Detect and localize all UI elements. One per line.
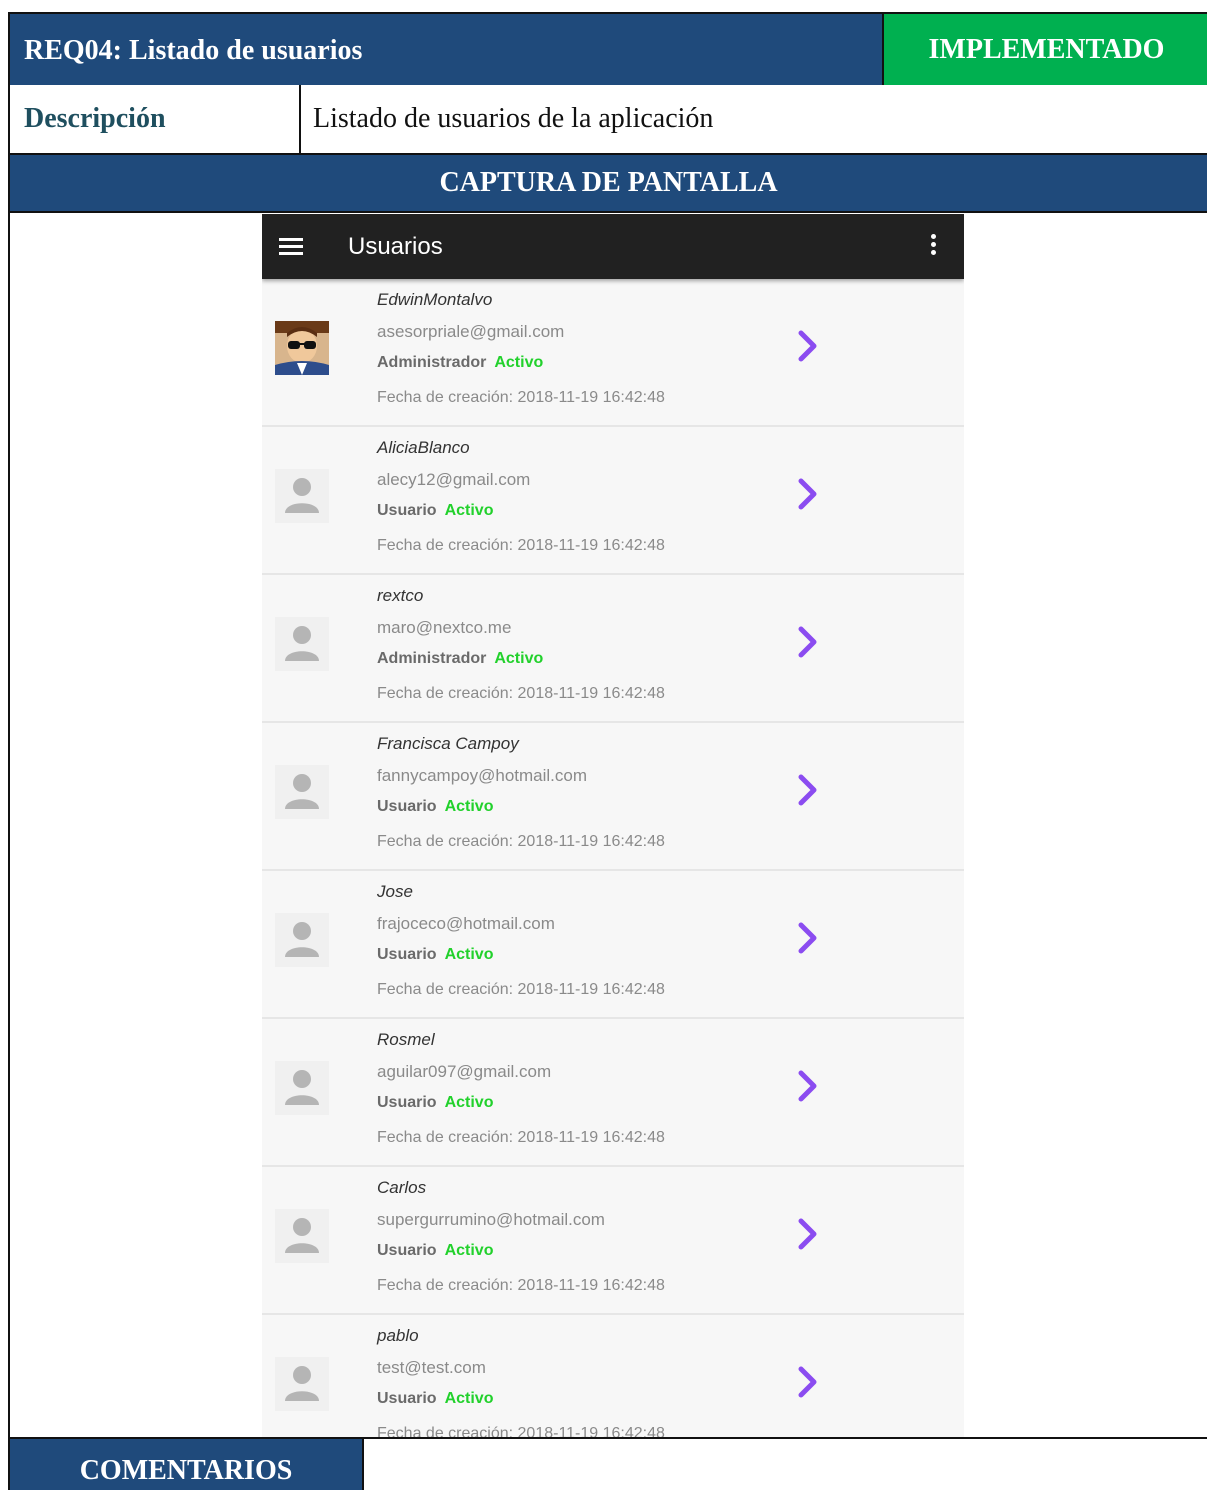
overflow-menu-icon[interactable]: [931, 234, 937, 258]
user-role: Administrador: [377, 354, 487, 371]
requirement-sheet: REQ04: Listado de usuarios IMPLEMENTADO …: [8, 12, 1207, 1490]
user-email: asesorpriale@gmail.com: [377, 322, 565, 341]
app-screenshot: Usuarios EdwinMontalvo asesorpriale@gmai…: [262, 214, 964, 1437]
creation-date: Fecha de creación: 2018-11-19 16:42:48: [377, 1425, 665, 1437]
table-rule: [364, 1437, 1207, 1439]
avatar-placeholder: [275, 765, 329, 819]
user-status: Activo: [444, 1390, 494, 1407]
user-list-item[interactable]: pablo test@test.com Usuario Activo Fecha …: [262, 1315, 964, 1437]
requirement-title: REQ04: Listado de usuarios: [24, 35, 363, 66]
user-list-item[interactable]: Jose frajoceco@hotmail.com Usuario Activo…: [262, 871, 964, 1019]
app-toolbar: Usuarios: [262, 214, 964, 279]
avatar-placeholder: [275, 1357, 329, 1411]
user-role: Usuario: [377, 1094, 437, 1111]
user-email: test@test.com: [377, 1358, 486, 1377]
user-email: maro@nextco.me: [377, 618, 512, 637]
avatar-placeholder: [275, 617, 329, 671]
user-list-item[interactable]: rextco maro@nextco.me Administrador Activ…: [262, 575, 964, 723]
chevron-right-icon[interactable]: [797, 625, 819, 659]
role-status-line: Usuario Activo: [377, 1094, 493, 1112]
description-row: Descripción Listado de usuarios de la ap…: [8, 85, 1207, 153]
user-role: Administrador: [377, 650, 487, 667]
description-text: Listado de usuarios de la aplicación: [313, 103, 714, 134]
user-role: Usuario: [377, 946, 437, 963]
user-list-item[interactable]: Francisca Campoy fannycampoy@hotmail.com…: [262, 723, 964, 871]
user-email: fannycampoy@hotmail.com: [377, 766, 588, 785]
user-name: Francisca Campoy: [377, 734, 519, 753]
avatar-placeholder: [275, 913, 329, 967]
user-email: alecy12@gmail.com: [377, 470, 531, 489]
user-list-item[interactable]: EdwinMontalvo asesorpriale@gmail.com Adm…: [262, 279, 964, 427]
role-status-line: Usuario Activo: [377, 1242, 493, 1260]
role-status-line: Usuario Activo: [377, 946, 493, 964]
person-icon: [285, 774, 319, 809]
person-icon: [285, 478, 319, 513]
avatar-photo: [275, 321, 329, 375]
user-role: Usuario: [377, 798, 437, 815]
user-status: Activo: [444, 502, 494, 519]
user-name: Rosmel: [377, 1030, 435, 1049]
user-name: rextco: [377, 586, 424, 605]
user-name: Jose: [377, 882, 413, 901]
chevron-right-icon[interactable]: [797, 477, 819, 511]
chevron-right-icon[interactable]: [797, 921, 819, 955]
chevron-right-icon[interactable]: [797, 773, 819, 807]
role-status-line: Administrador Activo: [377, 650, 543, 668]
user-email: frajoceco@hotmail.com: [377, 914, 555, 933]
user-list-item[interactable]: Rosmel aguilar097@gmail.com Usuario Activ…: [262, 1019, 964, 1167]
user-email: aguilar097@gmail.com: [377, 1062, 552, 1081]
column-divider: [299, 85, 301, 153]
role-status-line: Usuario Activo: [377, 1390, 493, 1408]
user-list-item[interactable]: Carlos supergurrumino@hotmail.com Usuari…: [262, 1167, 964, 1315]
hamburger-menu-icon[interactable]: [279, 238, 303, 256]
chevron-right-icon[interactable]: [797, 329, 819, 363]
chevron-right-icon[interactable]: [797, 1365, 819, 1399]
person-icon: [285, 1366, 319, 1401]
avatar-placeholder: [275, 469, 329, 523]
user-status: Activo: [444, 1242, 494, 1259]
user-status: Activo: [444, 946, 494, 963]
user-name: Carlos: [377, 1178, 427, 1197]
chevron-right-icon[interactable]: [797, 1069, 819, 1103]
user-name: pablo: [377, 1326, 419, 1345]
user-status: Activo: [444, 798, 494, 815]
role-status-line: Usuario Activo: [377, 502, 493, 520]
creation-date: Fecha de creación: 2018-11-19 16:42:48: [377, 1129, 665, 1146]
person-icon: [285, 1218, 319, 1253]
creation-date: Fecha de creación: 2018-11-19 16:42:48: [377, 833, 665, 850]
comments-header: COMENTARIOS: [8, 1437, 364, 1490]
person-icon: [285, 626, 319, 661]
avatar-placeholder: [275, 1209, 329, 1263]
role-status-line: Usuario Activo: [377, 798, 493, 816]
creation-date: Fecha de creación: 2018-11-19 16:42:48: [377, 389, 665, 406]
user-email: supergurrumino@hotmail.com: [377, 1210, 605, 1229]
creation-date: Fecha de creación: 2018-11-19 16:42:48: [377, 1277, 665, 1294]
user-list-item[interactable]: AliciaBlanco alecy12@gmail.com Usuario Ac…: [262, 427, 964, 575]
user-status: Activo: [494, 650, 544, 667]
creation-date: Fecha de creación: 2018-11-19 16:42:48: [377, 537, 665, 554]
description-label: Descripción: [24, 103, 166, 134]
user-status: Activo: [494, 354, 544, 371]
user-name: AliciaBlanco: [377, 438, 470, 457]
status-badge: IMPLEMENTADO: [882, 14, 1207, 87]
person-icon: [285, 922, 319, 957]
avatar-placeholder: [275, 1061, 329, 1115]
requirement-header: REQ04: Listado de usuarios IMPLEMENTADO: [8, 12, 1207, 87]
user-name: EdwinMontalvo: [377, 290, 493, 309]
creation-date: Fecha de creación: 2018-11-19 16:42:48: [377, 685, 665, 702]
user-status: Activo: [444, 1094, 494, 1111]
screenshot-section-header: CAPTURA DE PANTALLA: [8, 153, 1207, 213]
toolbar-title: Usuarios: [348, 233, 443, 260]
role-status-line: Administrador Activo: [377, 354, 543, 372]
chevron-right-icon[interactable]: [797, 1217, 819, 1251]
user-role: Usuario: [377, 1242, 437, 1259]
user-role: Usuario: [377, 1390, 437, 1407]
user-list: EdwinMontalvo asesorpriale@gmail.com Adm…: [262, 279, 964, 1437]
user-role: Usuario: [377, 502, 437, 519]
person-icon: [285, 1070, 319, 1105]
creation-date: Fecha de creación: 2018-11-19 16:42:48: [377, 981, 665, 998]
profile-photo: [275, 321, 329, 375]
